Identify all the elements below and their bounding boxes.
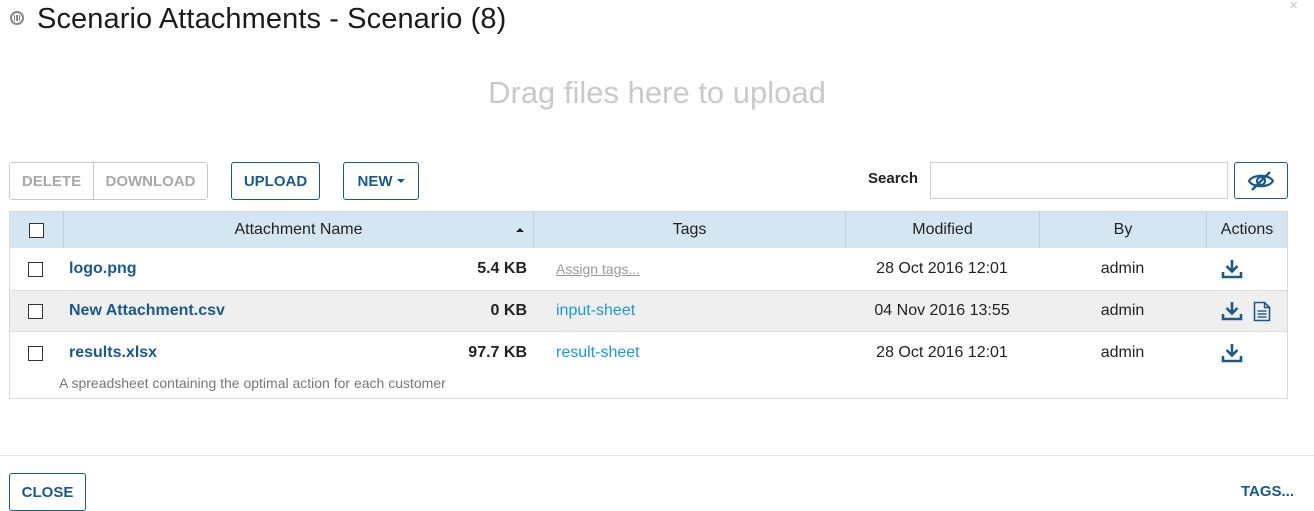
table-row: logo.png 5.4 KB Assign tags... 28 Oct 20… xyxy=(10,248,1287,290)
select-all-checkbox[interactable] xyxy=(29,222,44,238)
upload-button[interactable]: UPLOAD xyxy=(231,162,320,200)
row-actions xyxy=(1221,291,1271,331)
scenario-icon xyxy=(10,11,24,25)
tags-button[interactable]: TAGS... xyxy=(1241,483,1294,500)
row-checkbox[interactable] xyxy=(28,345,43,361)
column-header-modified[interactable]: Modified xyxy=(845,212,1039,248)
assign-tags-link[interactable]: Assign tags... xyxy=(556,261,640,277)
toggle-hidden-button[interactable] xyxy=(1234,162,1288,199)
column-header-tags[interactable]: Tags xyxy=(533,212,845,248)
row-checkbox[interactable] xyxy=(28,303,43,319)
column-header-attachment-name[interactable]: Attachment Name xyxy=(63,212,533,248)
column-label: Attachment Name xyxy=(234,221,363,238)
file-size: 5.4 KB xyxy=(477,260,527,277)
tag-link[interactable]: input-sheet xyxy=(556,291,635,331)
download-icon[interactable] xyxy=(1221,343,1243,363)
modified-date: 28 Oct 2016 12:01 xyxy=(876,344,1008,361)
upload-dropzone[interactable]: Drag files here to upload xyxy=(0,75,1314,111)
search-label: Search xyxy=(868,170,919,187)
modified-date: 04 Nov 2016 13:55 xyxy=(874,302,1010,319)
download-icon[interactable] xyxy=(1221,259,1243,279)
modified-by: admin xyxy=(1100,344,1145,361)
dialog-title: Scenario Attachments - Scenario (8) xyxy=(37,3,507,35)
table-header: Attachment Name Tags Modified By Actions xyxy=(10,212,1287,248)
row-actions xyxy=(1221,332,1243,374)
modified-by: admin xyxy=(1100,260,1145,277)
attachment-name-link[interactable]: New Attachment.csv xyxy=(69,291,225,331)
attachments-table: Attachment Name Tags Modified By Actions… xyxy=(9,211,1288,399)
column-header-actions: Actions xyxy=(1206,212,1287,248)
sort-ascending-icon xyxy=(516,228,524,232)
row-select xyxy=(28,332,43,374)
new-dropdown-button[interactable]: NEW xyxy=(343,162,419,200)
select-all-cell xyxy=(10,212,63,248)
file-size: 0 KB xyxy=(490,302,527,319)
attachment-description: A spreadsheet containing the optimal act… xyxy=(59,375,446,391)
download-icon[interactable] xyxy=(1221,301,1243,321)
attachment-name-link[interactable]: results.xlsx xyxy=(69,332,157,374)
delete-button[interactable]: DELETE xyxy=(10,163,93,199)
row-actions xyxy=(1221,248,1243,290)
view-document-icon[interactable] xyxy=(1253,301,1271,322)
delete-download-group: DELETE DOWNLOAD xyxy=(9,162,208,200)
modified-by: admin xyxy=(1100,302,1145,319)
row-select xyxy=(28,291,43,331)
new-button-label: NEW xyxy=(357,172,393,190)
caret-down-icon xyxy=(396,179,405,183)
download-button[interactable]: DOWNLOAD xyxy=(93,163,207,199)
column-header-by[interactable]: By xyxy=(1039,212,1206,248)
row-select xyxy=(28,248,43,290)
close-button[interactable]: CLOSE xyxy=(9,473,86,511)
search-input[interactable] xyxy=(930,162,1228,199)
file-size: 97.7 KB xyxy=(468,344,527,361)
tag-link[interactable]: result-sheet xyxy=(556,332,640,374)
row-checkbox[interactable] xyxy=(28,261,43,277)
tags-cell: Assign tags... xyxy=(556,248,640,290)
close-icon[interactable]: × xyxy=(1289,0,1298,13)
eye-slash-icon xyxy=(1247,170,1275,191)
attachment-name-link[interactable]: logo.png xyxy=(69,248,137,290)
table-row: New Attachment.csv 0 KB input-sheet 04 N… xyxy=(10,290,1287,332)
modified-date: 28 Oct 2016 12:01 xyxy=(876,260,1008,277)
footer-divider xyxy=(0,455,1314,456)
